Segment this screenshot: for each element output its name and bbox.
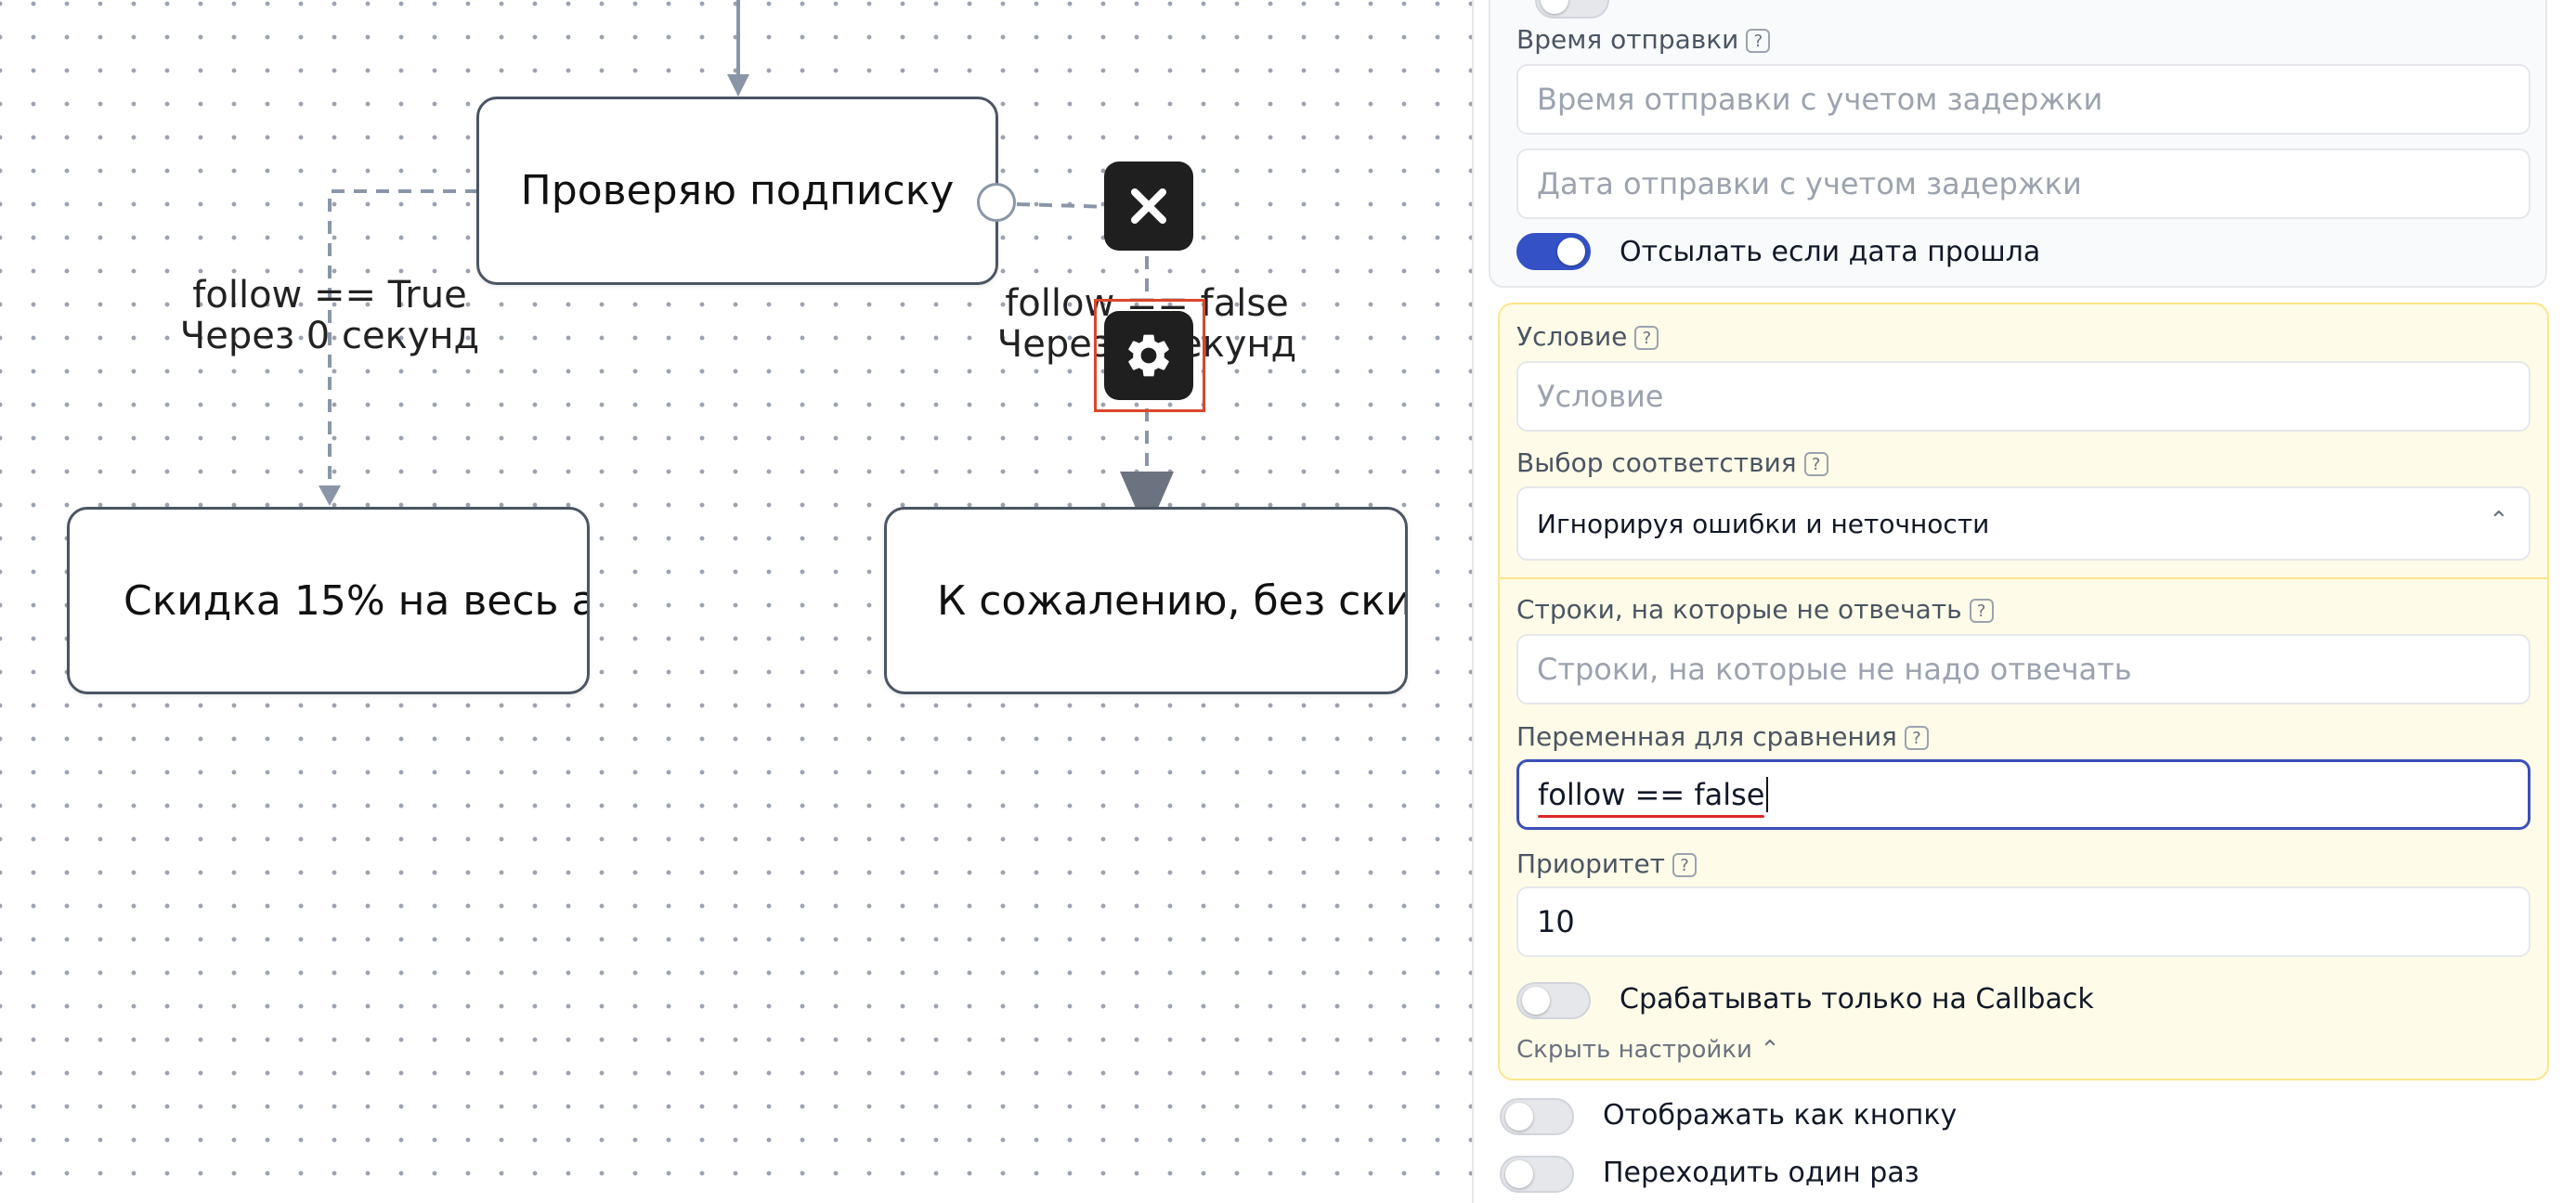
help-icon[interactable]: ? [1746,29,1771,53]
node-check-subscription[interactable]: Проверяю подписку [476,97,998,285]
help-icon[interactable]: ? [1803,452,1828,476]
send-date-input[interactable]: Дата отправки с учетом задержки [1516,149,2530,219]
priority-input[interactable]: 10 [1516,886,2530,957]
node-discount-label: Скидка 15% на весь а [124,576,590,625]
incoming-arrowhead [727,74,749,97]
hide-settings-link[interactable]: Скрыть настройки ⌃ [1516,1036,1780,1064]
text-caret [1766,777,1769,812]
true-edge-label[interactable]: follow == True Через 0 секунд [176,275,483,356]
send-if-past-label: Отсылать если дата прошла [1620,236,2041,268]
compare-var-input[interactable]: follow == false [1516,759,2530,830]
delete-edge-button[interactable] [1104,162,1193,251]
help-icon[interactable]: ? [1904,726,1929,750]
hidden-toggle-top[interactable] [1535,0,1609,19]
show-as-button-label: Отображать как кнопку [1603,1099,1958,1132]
section-divider [1500,577,2547,579]
match-select[interactable]: Игнорируя ошибки и неточности [1516,486,2530,561]
show-as-button-toggle[interactable] [1500,1098,1574,1135]
true-edge-delay: Через 0 секунд [179,315,480,357]
edge-settings-panel: Время отправки? Время отправки с учетом … [1472,0,2576,1203]
true-edge-arrowhead [319,485,341,506]
node-no-discount-label: К сожалению, без ски [937,576,1408,625]
condition-label: Условие? [1516,321,1659,352]
source-handle[interactable] [977,183,1016,222]
go-once-label: Переходить один раз [1603,1157,1919,1189]
priority-label: Приоритет? [1516,848,1697,879]
go-once-toggle[interactable] [1500,1156,1574,1193]
true-edge-condition: follow == True [192,274,467,317]
ignore-lines-label: Строки, на которые не отвечать? [1516,594,1994,625]
flow-canvas[interactable]: Проверяю подписку Скидка 15% на весь а К… [0,0,1472,1203]
node-no-discount[interactable]: К сожалению, без ски [884,507,1408,694]
ignore-lines-input[interactable]: Строки, на которые не надо отвечать [1516,634,2530,705]
chevron-up-icon: ⌃ [1760,1036,1780,1064]
compare-var-value: follow == false [1538,777,1765,818]
chevron-up-icon[interactable]: ⌃ [2489,507,2509,535]
help-icon[interactable]: ? [1672,853,1697,877]
node-check-subscription-label: Проверяю подписку [520,167,955,214]
callback-only-label: Срабатывать только на Callback [1620,983,2094,1015]
help-icon[interactable]: ? [1634,326,1659,350]
send-if-past-toggle[interactable] [1516,233,1591,270]
close-icon [1131,188,1166,224]
compare-var-label: Переменная для сравнения? [1516,721,1929,752]
callback-only-toggle[interactable] [1516,982,1591,1019]
selection-highlight [1094,299,1205,412]
node-discount[interactable]: Скидка 15% на весь а [67,507,590,694]
condition-input[interactable]: Условие [1516,361,2530,432]
send-time-label: Время отправки? [1516,24,1771,55]
match-label: Выбор соответствия? [1516,447,1828,478]
help-icon[interactable]: ? [1969,599,1994,623]
send-time-input[interactable]: Время отправки с учетом задержки [1516,64,2530,135]
